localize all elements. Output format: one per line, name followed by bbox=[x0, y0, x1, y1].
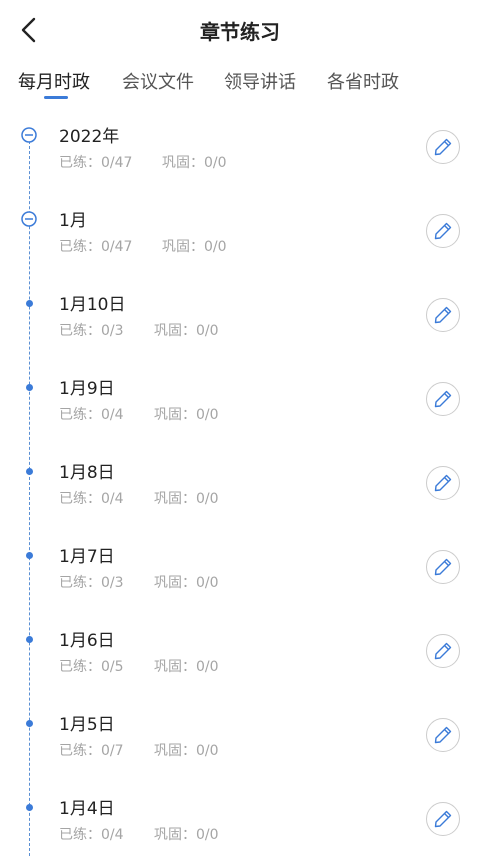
practiced-count: 已练：0/4 bbox=[59, 407, 124, 423]
page-title: 章节练习 bbox=[200, 20, 280, 44]
practiced-count: 已练：0/4 bbox=[59, 491, 124, 507]
list-item[interactable]: 1月4日 已练：0/4 巩固：0/0 bbox=[0, 776, 480, 860]
pencil-icon bbox=[434, 558, 452, 576]
practiced-count: 已练：0/47 bbox=[59, 155, 133, 171]
practiced-count: 已练：0/5 bbox=[59, 659, 124, 675]
top-bar: 章节练习 bbox=[0, 0, 480, 60]
tab-provincial-affairs[interactable]: 各省时政 bbox=[327, 68, 399, 94]
chapter-title: 1月7日 bbox=[59, 547, 115, 567]
chapter-title: 1月9日 bbox=[59, 379, 115, 399]
pencil-icon bbox=[434, 306, 452, 324]
timeline-dot bbox=[25, 551, 33, 559]
circle-minus-icon bbox=[21, 211, 37, 227]
practiced-count: 已练：0/47 bbox=[59, 239, 133, 255]
list-item[interactable]: 1月5日 已练：0/7 巩固：0/0 bbox=[0, 692, 480, 776]
review-count: 巩固：0/0 bbox=[162, 155, 227, 171]
chapter-title: 1月6日 bbox=[59, 631, 115, 651]
chapter-title: 1月4日 bbox=[59, 799, 115, 819]
review-count: 巩固：0/0 bbox=[154, 575, 219, 591]
chapter-title: 1月 bbox=[59, 211, 87, 231]
pencil-icon bbox=[434, 474, 452, 492]
list-item: 1月 已练：0/47 巩固：0/0 bbox=[0, 188, 480, 272]
chapter-timeline: 2022年 已练：0/47 巩固：0/0 1月 已练：0/47 巩固：0/0 1… bbox=[0, 104, 480, 856]
tab-monthly-affairs[interactable]: 每月时政 bbox=[18, 68, 90, 94]
chapter-title: 1月10日 bbox=[59, 295, 126, 315]
chapter-title: 1月5日 bbox=[59, 715, 115, 735]
pencil-icon bbox=[434, 642, 452, 660]
practice-button[interactable] bbox=[426, 466, 460, 500]
timeline-dot bbox=[25, 467, 33, 475]
practice-button[interactable] bbox=[426, 634, 460, 668]
pencil-icon bbox=[434, 726, 452, 744]
review-count: 巩固：0/0 bbox=[154, 659, 219, 675]
review-count: 巩固：0/0 bbox=[162, 239, 227, 255]
practice-button[interactable] bbox=[426, 802, 460, 836]
pencil-icon bbox=[434, 810, 452, 828]
practice-button[interactable] bbox=[426, 130, 460, 164]
review-count: 巩固：0/0 bbox=[154, 743, 219, 759]
practiced-count: 已练：0/3 bbox=[59, 323, 124, 339]
review-count: 巩固：0/0 bbox=[154, 323, 219, 339]
tab-meeting-documents[interactable]: 会议文件 bbox=[122, 68, 194, 94]
list-item[interactable]: 1月6日 已练：0/5 巩固：0/0 bbox=[0, 608, 480, 692]
review-count: 巩固：0/0 bbox=[154, 407, 219, 423]
tab-leader-speeches[interactable]: 领导讲话 bbox=[224, 68, 296, 94]
active-tab-indicator bbox=[44, 96, 68, 99]
practice-button[interactable] bbox=[426, 298, 460, 332]
chapter-title: 2022年 bbox=[59, 127, 120, 147]
practice-button[interactable] bbox=[426, 382, 460, 416]
list-item[interactable]: 1月9日 已练：0/4 巩固：0/0 bbox=[0, 356, 480, 440]
pencil-icon bbox=[434, 138, 452, 156]
timeline-dot bbox=[25, 299, 33, 307]
pencil-icon bbox=[434, 222, 452, 240]
practiced-count: 已练：0/7 bbox=[59, 743, 124, 759]
review-count: 巩固：0/0 bbox=[154, 491, 219, 507]
practice-button[interactable] bbox=[426, 550, 460, 584]
timeline-dot bbox=[25, 803, 33, 811]
timeline-dot bbox=[25, 719, 33, 727]
collapse-toggle[interactable] bbox=[21, 127, 37, 143]
tab-bar: 每月时政 会议文件 领导讲话 各省时政 bbox=[0, 60, 480, 104]
pencil-icon bbox=[434, 390, 452, 408]
circle-minus-icon bbox=[21, 127, 37, 143]
list-item[interactable]: 1月10日 已练：0/3 巩固：0/0 bbox=[0, 272, 480, 356]
practice-button[interactable] bbox=[426, 718, 460, 752]
practice-button[interactable] bbox=[426, 214, 460, 248]
list-item: 2022年 已练：0/47 巩固：0/0 bbox=[0, 104, 480, 188]
chapter-title: 1月8日 bbox=[59, 463, 115, 483]
list-item[interactable]: 1月8日 已练：0/4 巩固：0/0 bbox=[0, 440, 480, 524]
timeline-dot bbox=[25, 383, 33, 391]
collapse-toggle[interactable] bbox=[21, 211, 37, 227]
review-count: 巩固：0/0 bbox=[154, 827, 219, 843]
list-item[interactable]: 1月7日 已练：0/3 巩固：0/0 bbox=[0, 524, 480, 608]
practiced-count: 已练：0/3 bbox=[59, 575, 124, 591]
timeline-dot bbox=[25, 635, 33, 643]
practiced-count: 已练：0/4 bbox=[59, 827, 124, 843]
